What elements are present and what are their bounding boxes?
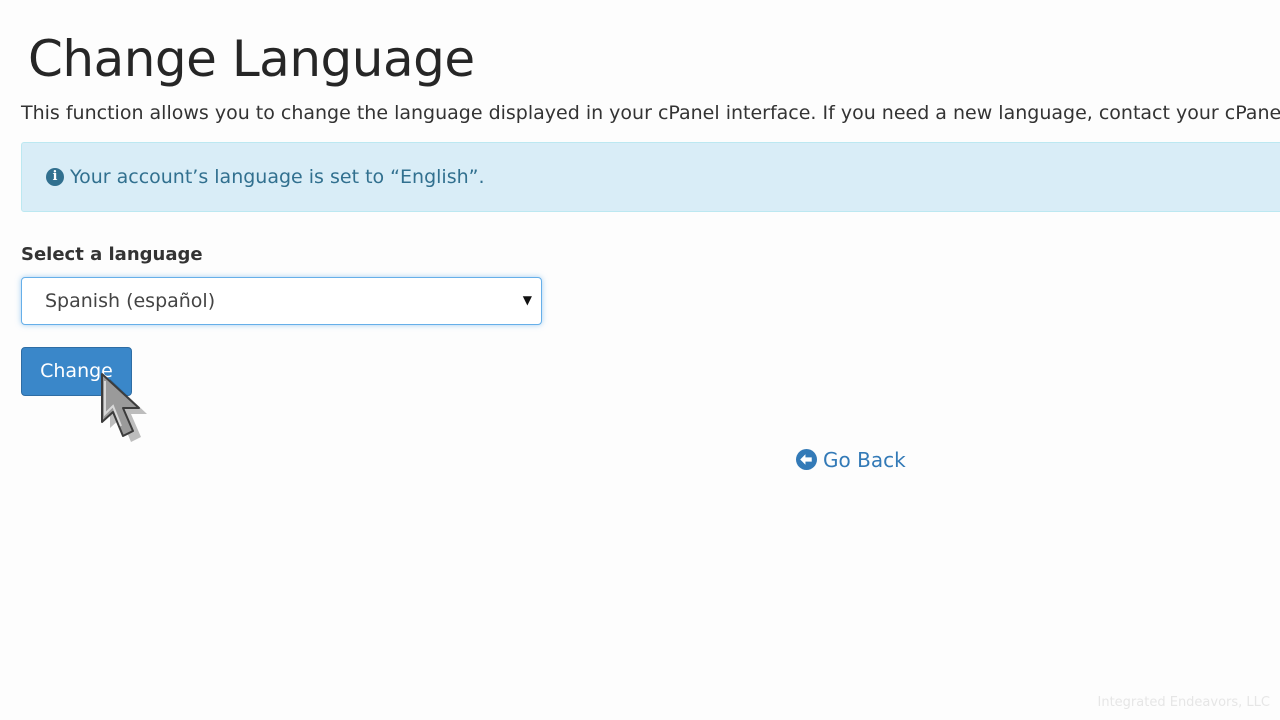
watermark: Integrated Endeavors, LLC — [1097, 695, 1270, 710]
go-back-label: Go Back — [823, 448, 906, 472]
page-title: Change Language — [28, 30, 475, 88]
language-select[interactable]: Spanish (español) ▼ — [21, 277, 542, 325]
mouse-cursor-icon — [101, 373, 147, 442]
page-description: This function allows you to change the l… — [21, 102, 1280, 124]
arrow-left-circle-icon — [796, 449, 817, 470]
info-circle-icon: i — [46, 168, 64, 186]
selected-language-value: Spanish (español) — [45, 290, 216, 312]
alert-text: Your account’s language is set to “Engli… — [70, 166, 485, 188]
select-language-label: Select a language — [21, 244, 203, 265]
info-alert: i Your account’s language is set to “Eng… — [21, 142, 1280, 212]
chevron-down-icon: ▼ — [522, 293, 532, 307]
change-language-page: Change Language This function allows you… — [0, 0, 1280, 720]
